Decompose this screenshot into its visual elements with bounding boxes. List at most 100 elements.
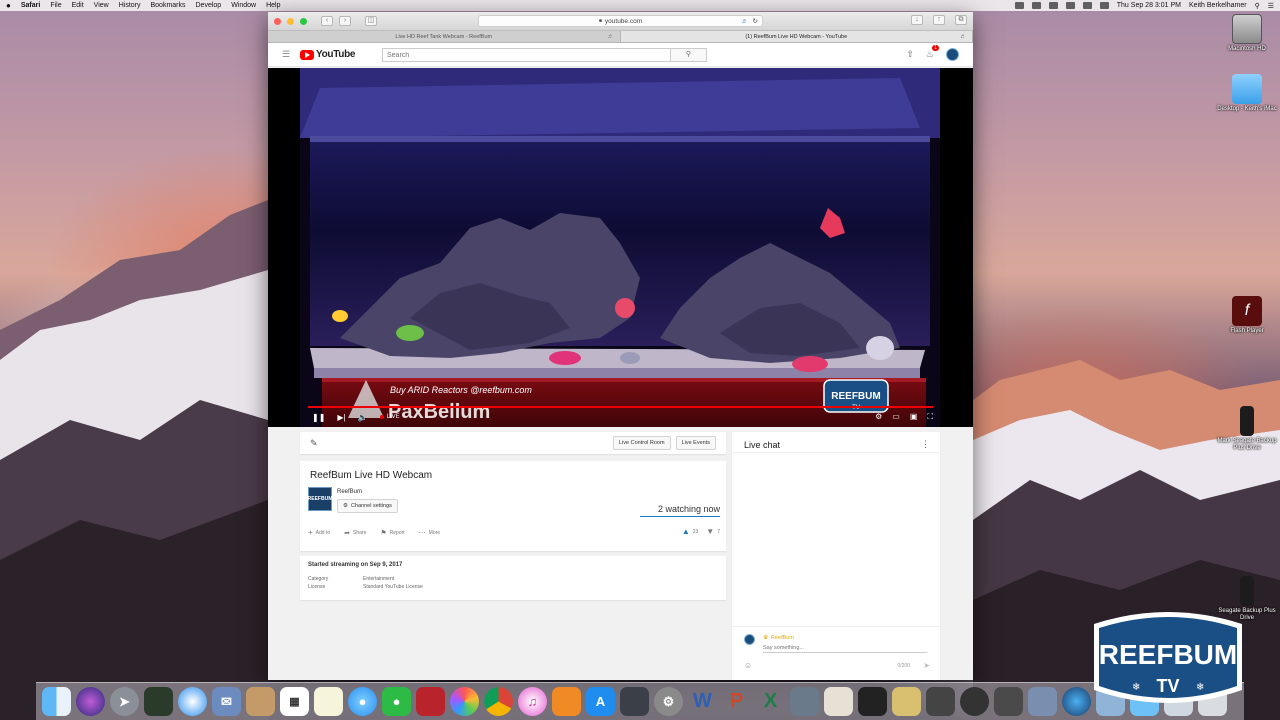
dock-safari-icon[interactable] (178, 687, 207, 716)
next-icon[interactable]: ▶| (337, 413, 345, 422)
dislike-button[interactable]: ▼ 7 (706, 527, 720, 536)
dock-app-store-icon[interactable]: A (586, 687, 615, 716)
dock-excel-icon[interactable]: X (756, 687, 785, 716)
bluetooth-icon[interactable] (1031, 2, 1041, 9)
dock-tools-icon[interactable] (1028, 687, 1057, 716)
live-control-room-button[interactable]: Live Control Room (613, 436, 671, 450)
cast-icon[interactable]: ▣ (910, 412, 918, 422)
menu-view[interactable]: View (94, 2, 109, 9)
tab-youtube[interactable]: (1) ReefBum Live HD Webcam - YouTube ♬ (620, 31, 973, 42)
address-bar[interactable]: ■ youtube.com ♬ ↻ (478, 15, 763, 27)
zoom-window-button[interactable] (300, 17, 307, 25)
minimize-window-button[interactable] (287, 17, 294, 25)
wifi-icon[interactable] (1048, 2, 1058, 9)
menu-develop[interactable]: Develop (196, 2, 222, 9)
audio-playing-icon[interactable]: ♬ (742, 18, 749, 25)
dock-contacts-icon[interactable] (246, 687, 275, 716)
dock-mail-icon[interactable]: ✉ (212, 687, 241, 716)
live-indicator[interactable]: LIVE (379, 414, 400, 420)
downloads-button[interactable]: ↓ (911, 15, 923, 25)
menu-help[interactable]: Help (266, 2, 280, 9)
dock-screenshot-icon[interactable] (960, 687, 989, 716)
sidebar-button[interactable]: ◫ (365, 16, 377, 26)
chat-message-input[interactable] (763, 643, 927, 653)
emoji-icon[interactable]: ☺ (744, 661, 752, 670)
notifications-bell-icon[interactable]: ♨ 1 (926, 45, 939, 60)
dock-calendar-icon[interactable]: ▦ (280, 687, 309, 716)
channel-logo[interactable]: REEFBUM (308, 487, 332, 511)
guide-menu-icon[interactable]: ☰ (282, 49, 300, 60)
airplay-icon[interactable] (1065, 2, 1075, 9)
menu-user[interactable]: Keith Berkelhamer (1189, 2, 1247, 9)
upload-icon[interactable]: ⇧ (906, 49, 914, 60)
more-button[interactable]: ⋯ More (419, 528, 440, 537)
pause-icon[interactable]: ❚❚ (312, 413, 325, 422)
dock-word-icon[interactable]: W (688, 687, 717, 716)
dock-image-editor-icon[interactable] (892, 687, 921, 716)
dock-chrome-icon[interactable] (484, 687, 513, 716)
back-button[interactable]: ‹ (321, 16, 333, 26)
send-icon[interactable]: ➤ (923, 661, 930, 670)
chat-menu-icon[interactable]: ⋮ (921, 439, 930, 450)
desktop-icon-macintosh-hd[interactable]: Macintosh HD (1212, 14, 1280, 53)
menu-clock[interactable]: Thu Sep 28 3:01 PM (1117, 2, 1181, 9)
search-input[interactable] (383, 49, 670, 61)
share-button[interactable]: ➦ Share (344, 528, 366, 537)
dock-utility-icon[interactable] (790, 687, 819, 716)
video-player[interactable]: Buy ARID Reactors @reefbum.com PaxBellum… (268, 68, 973, 427)
dock-photo-booth-icon[interactable] (416, 687, 445, 716)
menu-app-name[interactable]: Safari (21, 2, 40, 9)
add-to-button[interactable]: + Add to (308, 528, 330, 537)
menu-bookmarks[interactable]: Bookmarks (150, 2, 185, 9)
dock-facetime-icon[interactable]: ● (382, 687, 411, 716)
category-value[interactable]: Entertainment (363, 576, 394, 582)
menu-file[interactable]: File (50, 2, 61, 9)
volume-icon[interactable]: 🔈 (358, 413, 368, 422)
settings-gear-icon[interactable]: ⚙ (875, 412, 882, 422)
notification-center-icon[interactable]: ☰ (1268, 2, 1274, 10)
volume-icon[interactable] (1082, 2, 1092, 9)
desktop-icon-backup-drive-1[interactable]: Mark Seagate Backup Plus Drive (1212, 406, 1280, 452)
dock-itunes-icon[interactable]: ♫ (518, 687, 547, 716)
dock-system-preferences-icon[interactable]: ⚙ (654, 687, 683, 716)
dock-messages-icon[interactable]: ● (348, 687, 377, 716)
dock-screen-sharing-icon[interactable] (620, 687, 649, 716)
tab-speaker-icon[interactable]: ♬ (608, 34, 614, 40)
menu-edit[interactable]: Edit (72, 2, 84, 9)
dock-photos-icon[interactable] (450, 687, 479, 716)
dock-finder-icon[interactable] (42, 687, 71, 716)
channel-name[interactable]: ReefBum (337, 489, 362, 495)
battery-icon[interactable] (1099, 2, 1109, 9)
fullscreen-icon[interactable]: ⛶ (927, 412, 933, 422)
spotlight-icon[interactable]: ⚲ (1255, 2, 1260, 10)
apple-menu-icon[interactable]: ● (6, 1, 11, 10)
dock-mission-control-icon[interactable] (144, 687, 173, 716)
dock-preview-icon[interactable] (824, 687, 853, 716)
channel-settings-button[interactable]: ⚙ Channel settings (337, 499, 398, 513)
report-button[interactable]: ⚑ Report (380, 528, 404, 537)
desktop-icon-desktop-folder[interactable]: Desktop - Keith's iMac (1212, 74, 1280, 113)
theater-mode-icon[interactable]: ▭ (892, 412, 900, 422)
share-button[interactable]: ↑ (933, 15, 945, 25)
dock-notes-icon[interactable] (314, 687, 343, 716)
edit-pencil-icon[interactable]: ✎ (310, 438, 318, 449)
dock-launchpad-icon[interactable]: ➤ (110, 687, 139, 716)
status-menu-icon[interactable] (1014, 2, 1024, 9)
forward-button[interactable]: › (339, 16, 351, 26)
dock-camera-app-icon[interactable] (858, 687, 887, 716)
dock-ibooks-icon[interactable] (552, 687, 581, 716)
live-events-button[interactable]: Live Events (675, 436, 716, 450)
menu-window[interactable]: Window (231, 2, 256, 9)
youtube-logo[interactable]: YouTube (300, 49, 356, 60)
tab-reefbum-site[interactable]: Live HD Reef Tank Webcam - ReefBum ♬ (268, 31, 621, 42)
account-avatar[interactable] (946, 48, 959, 61)
reload-icon[interactable]: ↻ (753, 17, 758, 25)
dock-siri-icon[interactable] (76, 687, 105, 716)
close-window-button[interactable] (274, 17, 281, 25)
like-button[interactable]: ▲ 23 (682, 527, 698, 536)
search-button[interactable]: ⚲ (670, 49, 706, 61)
menu-history[interactable]: History (119, 2, 141, 9)
dock-powerpoint-icon[interactable]: P (722, 687, 751, 716)
tab-speaker-icon[interactable]: ♬ (960, 34, 966, 40)
tabs-overview-button[interactable]: ⧉ (955, 15, 967, 25)
